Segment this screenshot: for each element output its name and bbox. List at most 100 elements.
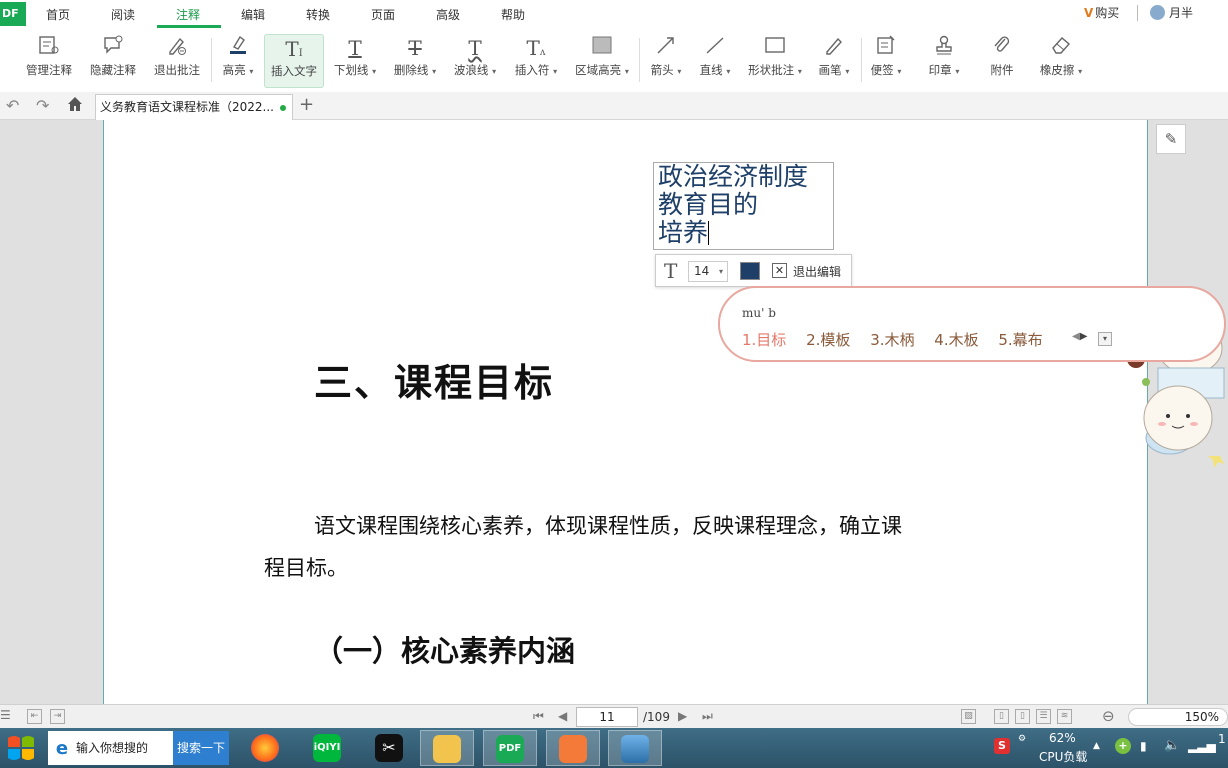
highlight-button[interactable]: 高亮 ▾ bbox=[218, 34, 258, 88]
wavy-line-button[interactable]: T 波浪线 ▾ bbox=[450, 34, 500, 88]
menu-annotate[interactable]: 注释 bbox=[176, 6, 200, 23]
tool-label: 插入符 ▾ bbox=[514, 63, 558, 77]
insert-text-button[interactable]: TI 插入文字 bbox=[264, 34, 324, 88]
single-page-icon[interactable]: ▯ bbox=[994, 709, 1009, 724]
ime-candidate[interactable]: 1.目标 bbox=[742, 331, 786, 349]
user-menu[interactable]: 月半 bbox=[1150, 4, 1193, 21]
continuous-page-icon[interactable]: ☰ bbox=[1036, 709, 1051, 724]
taskbar-pdf[interactable]: PDF bbox=[483, 730, 537, 766]
zoom-level[interactable]: 150% bbox=[1128, 708, 1228, 726]
cpu-label: CPU负载 bbox=[1039, 750, 1088, 764]
start-icon[interactable] bbox=[2, 730, 40, 766]
device-icon[interactable]: ▮ bbox=[1140, 739, 1147, 753]
redo-icon[interactable]: ↷ bbox=[36, 96, 49, 115]
eraser-button[interactable]: 橡皮擦 ▾ bbox=[1036, 34, 1086, 88]
area-highlight-icon bbox=[572, 34, 632, 62]
underline-button[interactable]: T 下划线 ▾ bbox=[330, 34, 380, 88]
text-annotation-box[interactable]: 政治经济制度 教育目的 培养 bbox=[653, 162, 834, 250]
floating-edit-button[interactable]: ✎ bbox=[1156, 124, 1186, 154]
menu-edit[interactable]: 编辑 bbox=[241, 6, 265, 23]
buy-button[interactable]: V 购买 bbox=[1084, 4, 1119, 21]
menu-help[interactable]: 帮助 bbox=[501, 6, 525, 23]
first-page-icon[interactable]: ⏮ bbox=[533, 709, 544, 724]
app-logo[interactable]: DF bbox=[0, 2, 26, 26]
line-icon bbox=[695, 34, 735, 62]
clock[interactable]: 1 bbox=[1218, 732, 1226, 746]
tray-expand-icon[interactable]: ▲ bbox=[1093, 741, 1100, 751]
ime-page-arrows[interactable]: ◀▶ bbox=[1072, 331, 1087, 342]
taskbar-photos[interactable] bbox=[608, 730, 662, 766]
attachment-button[interactable]: 附件 bbox=[982, 34, 1022, 88]
pen-button[interactable]: 画笔 ▾ bbox=[814, 34, 854, 88]
pdf-page[interactable]: 三、课程目标 语文课程围绕核心素养，体现课程性质，反映课程理念，确立课 程目标。… bbox=[103, 120, 1148, 704]
exit-annotate-button[interactable]: 退出批注 bbox=[150, 34, 204, 88]
next-page-icon[interactable]: ▶ bbox=[678, 709, 687, 723]
exit-edit-button[interactable]: 退出编辑 bbox=[793, 263, 841, 280]
last-page-icon[interactable]: ⏭ bbox=[702, 709, 713, 724]
menu-convert[interactable]: 转换 bbox=[306, 6, 330, 23]
undo-icon[interactable]: ↶ bbox=[6, 96, 19, 115]
taskbar-iqiyi[interactable]: iQIYI bbox=[300, 730, 354, 766]
network-icon[interactable]: ▂▃▅ bbox=[1188, 739, 1216, 753]
text-color-swatch[interactable] bbox=[740, 262, 760, 280]
tab-document[interactable]: 义务教育语文课程标准（2022... bbox=[95, 94, 293, 120]
annotation-line: 教育目的 bbox=[658, 190, 759, 219]
strikethrough-button[interactable]: T 删除线 ▾ bbox=[390, 34, 440, 88]
taskbar-capcut[interactable]: ✂ bbox=[362, 730, 416, 766]
document-viewport[interactable]: 三、课程目标 语文课程围绕核心素养，体现课程性质，反映课程理念，确立课 程目标。… bbox=[0, 120, 1228, 704]
highlight-icon bbox=[218, 34, 258, 62]
area-highlight-button[interactable]: 区域高亮 ▾ bbox=[572, 34, 632, 88]
taskbar-search-button[interactable]: 搜索一下 bbox=[173, 731, 229, 765]
caret-insert-button[interactable]: Tʌ 插入符 ▾ bbox=[510, 34, 562, 88]
volume-icon[interactable]: 🔈 bbox=[1164, 738, 1180, 753]
font-size-select[interactable]: 14 ▾ bbox=[688, 261, 728, 282]
tray-app-icon[interactable]: + bbox=[1115, 738, 1131, 754]
sidebar-toggle-icon[interactable]: ☰ bbox=[0, 708, 11, 722]
taskbar-firefox[interactable] bbox=[238, 730, 292, 766]
fit-page-icon[interactable]: ▨ bbox=[961, 709, 976, 724]
ime-composition: mu' b bbox=[742, 306, 776, 320]
next-view-icon[interactable]: ⇥ bbox=[50, 709, 65, 724]
previous-view-icon[interactable]: ⇤ bbox=[27, 709, 42, 724]
tool-label: 形状批注 ▾ bbox=[748, 63, 802, 77]
taskbar-search-input[interactable]: e 输入你想搜的 bbox=[48, 731, 173, 765]
chevron-down-icon[interactable]: ▾ bbox=[1098, 332, 1112, 346]
shape-button[interactable]: 形状批注 ▾ bbox=[744, 34, 806, 88]
font-icon[interactable]: T bbox=[664, 259, 677, 283]
sticky-note-button[interactable]: 便签 ▾ bbox=[866, 34, 906, 88]
manage-annotations-button[interactable]: 管理注释 bbox=[22, 34, 76, 88]
zoom-out-icon[interactable]: ⊖ bbox=[1102, 707, 1115, 725]
pen-icon bbox=[814, 34, 854, 62]
two-page-icon[interactable]: ▯ bbox=[1015, 709, 1030, 724]
eraser-icon bbox=[1036, 34, 1086, 62]
menu-read[interactable]: 阅读 bbox=[111, 6, 135, 23]
hide-annotations-button[interactable]: 隐藏注释 bbox=[86, 34, 140, 88]
ime-candidate[interactable]: 2.模板 bbox=[806, 331, 850, 349]
arrow-button[interactable]: 箭头 ▾ bbox=[646, 34, 686, 88]
sogou-ime-icon[interactable]: S bbox=[994, 738, 1010, 754]
tool-label: 下划线 ▾ bbox=[333, 63, 377, 77]
ime-candidate[interactable]: 4.木板 bbox=[934, 331, 978, 349]
close-icon[interactable]: ✕ bbox=[772, 263, 787, 278]
tool-label: 便签 ▾ bbox=[870, 63, 902, 77]
menu-page[interactable]: 页面 bbox=[371, 6, 395, 23]
menu-advanced[interactable]: 高级 bbox=[436, 6, 460, 23]
book-view-icon[interactable]: ≋ bbox=[1057, 709, 1072, 724]
arrow-icon bbox=[646, 34, 686, 62]
page-number-input[interactable]: 11 bbox=[576, 707, 638, 727]
settings-icon[interactable]: ⚙ bbox=[1018, 734, 1026, 744]
home-icon[interactable] bbox=[66, 95, 84, 117]
tool-label: 附件 bbox=[990, 63, 1014, 77]
previous-page-icon[interactable]: ◀ bbox=[558, 709, 567, 723]
tool-label: 管理注释 bbox=[26, 63, 72, 77]
ime-candidate[interactable]: 5.幕布 bbox=[998, 331, 1042, 349]
user-name: 月半 bbox=[1169, 6, 1194, 20]
taskbar-presentation[interactable] bbox=[546, 730, 600, 766]
hide-annotations-icon bbox=[86, 34, 140, 62]
new-tab-icon[interactable]: + bbox=[299, 94, 314, 115]
taskbar-file-explorer[interactable] bbox=[420, 730, 474, 766]
ime-candidate[interactable]: 3.木柄 bbox=[870, 331, 914, 349]
line-button[interactable]: 直线 ▾ bbox=[695, 34, 735, 88]
stamp-button[interactable]: 印章 ▾ bbox=[922, 34, 966, 88]
menu-home[interactable]: 首页 bbox=[46, 6, 70, 23]
